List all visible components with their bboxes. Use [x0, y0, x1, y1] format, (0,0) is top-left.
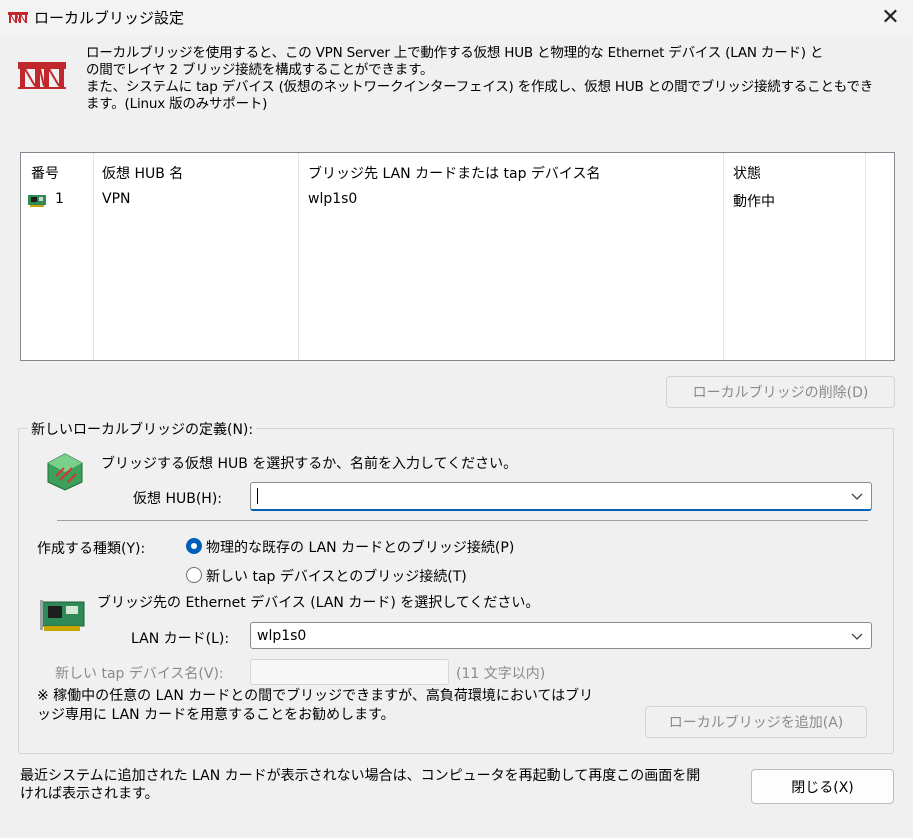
hub-combobox[interactable]: [250, 482, 872, 511]
radio-physical-lan-label[interactable]: 物理的な既存の LAN カードとのブリッジ接続(P): [206, 537, 514, 557]
footer-note-line: 最近システムに追加された LAN カードが表示されない場合は、コンピュータを再起…: [20, 768, 701, 784]
network-card-icon: [28, 195, 46, 207]
description-text: ローカルブリッジを使用すると、この VPN Server 上で動作する仮想 HU…: [86, 45, 906, 113]
hub-label: 仮想 HUB(H):: [133, 491, 222, 507]
group-divider: [57, 520, 868, 521]
column-header-hub[interactable]: 仮想 HUB 名: [102, 163, 183, 183]
bridge-note-line: ッジ専用に LAN カードを用意することをお勧めします。: [37, 707, 395, 723]
row-number[interactable]: 1: [55, 191, 64, 207]
close-button[interactable]: 閉じる(X): [751, 769, 894, 804]
tap-name-hint: (11 文字以内): [456, 666, 546, 682]
column-separator: [93, 153, 94, 360]
bridge-note: ※ 稼働中の任意の LAN カードとの間でブリッジできますが、高負荷環境において…: [37, 687, 593, 725]
hub-prompt: ブリッジする仮想 HUB を選択するか、名前を入力してください。: [101, 456, 518, 472]
lan-prompt: ブリッジ先の Ethernet デバイス (LAN カード) を選択してください…: [97, 595, 540, 611]
row-device[interactable]: wlp1s0: [308, 191, 357, 207]
close-icon: ✕: [881, 4, 900, 30]
column-header-status[interactable]: 状態: [733, 163, 761, 183]
text-caret: [257, 488, 258, 504]
row-status[interactable]: 動作中: [733, 191, 775, 211]
column-separator: [723, 153, 724, 360]
new-bridge-group-label: 新しいローカルブリッジの定義(N):: [28, 419, 257, 439]
radio-physical-lan[interactable]: [186, 538, 202, 554]
column-separator: [298, 153, 299, 360]
footer-note-line: ければ表示されます。: [20, 786, 159, 802]
virtual-hub-icon: [47, 453, 83, 491]
description-line: また、システムに tap デバイス (仮想のネットワークインターフェイス) を作…: [86, 79, 874, 95]
lan-label: LAN カード(L):: [131, 631, 230, 647]
lan-card-combobox[interactable]: wlp1s0: [250, 622, 872, 649]
bridge-icon: [8, 12, 28, 23]
chevron-down-icon[interactable]: [851, 631, 863, 641]
bridge-note-line: ※ 稼働中の任意の LAN カードとの間でブリッジできますが、高負荷環境において…: [37, 688, 594, 704]
footer-note: 最近システムに追加された LAN カードが表示されない場合は、コンピュータを再起…: [20, 767, 700, 803]
lan-card-value: wlp1s0: [257, 627, 307, 644]
row-hub[interactable]: VPN: [102, 191, 131, 207]
network-card-icon: [40, 600, 85, 631]
radio-new-tap[interactable]: [186, 567, 202, 583]
column-separator: [865, 153, 866, 360]
radio-new-tap-label[interactable]: 新しい tap デバイスとのブリッジ接続(T): [206, 566, 467, 586]
type-label: 作成する種類(Y):: [37, 541, 146, 557]
description-line: の間でレイヤ 2 ブリッジ接続を構成することができます。: [86, 62, 434, 78]
column-header-device[interactable]: ブリッジ先 LAN カードまたは tap デバイス名: [308, 163, 601, 183]
column-header-number[interactable]: 番号: [31, 163, 59, 183]
tap-name-label: 新しい tap デバイス名(V):: [55, 666, 224, 682]
chevron-down-icon[interactable]: [851, 491, 863, 501]
description-line: ます。(Linux 版のみサポート): [86, 96, 268, 112]
description-line: ローカルブリッジを使用すると、この VPN Server 上で動作する仮想 HU…: [86, 45, 824, 61]
tap-name-input[interactable]: [250, 659, 449, 685]
window-title: ローカルブリッジ設定: [34, 9, 185, 27]
close-window-button[interactable]: ✕: [868, 0, 913, 34]
bridge-list[interactable]: 番号 仮想 HUB 名 ブリッジ先 LAN カードまたは tap デバイス名 状…: [20, 152, 895, 361]
add-bridge-button[interactable]: ローカルブリッジを追加(A): [645, 706, 867, 738]
delete-bridge-button[interactable]: ローカルブリッジの削除(D): [666, 376, 895, 408]
bridge-icon: [18, 62, 66, 89]
